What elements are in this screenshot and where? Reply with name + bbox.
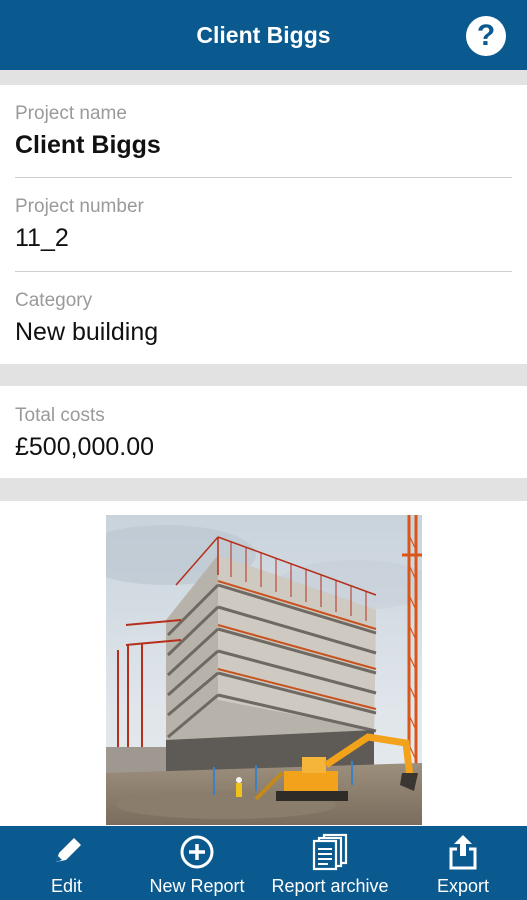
new-report-button[interactable]: New Report [133, 826, 261, 900]
help-button[interactable]: ? [466, 16, 506, 56]
documents-icon [310, 832, 350, 872]
project-info-card: Project name Client Biggs Project number… [0, 85, 527, 364]
construction-site-photo[interactable] [106, 515, 422, 825]
export-button[interactable]: Export [399, 826, 527, 900]
page-title: Client Biggs [196, 21, 331, 48]
app-header: Client Biggs ? [0, 0, 527, 70]
report-archive-label: Report archive [271, 876, 389, 896]
project-number-value: 11_2 [15, 224, 69, 252]
project-name-value: Client Biggs [15, 131, 161, 159]
project-name-field[interactable]: Project name Client Biggs [15, 103, 512, 160]
pencil-icon [50, 832, 84, 872]
divider [15, 177, 512, 178]
report-archive-button[interactable]: Report archive [261, 826, 399, 900]
project-name-label: Project name [15, 103, 127, 124]
total-costs-field[interactable]: Total costs £500,000.00 [15, 405, 512, 462]
category-field[interactable]: Category New building [15, 290, 512, 347]
project-number-label: Project number [15, 196, 144, 217]
category-value: New building [15, 318, 159, 346]
total-costs-value: £500,000.00 [15, 433, 155, 461]
add-circle-icon [179, 832, 215, 872]
export-label: Export [436, 876, 490, 896]
divider [15, 271, 512, 272]
question-mark-icon: ? [476, 19, 496, 52]
total-costs-label: Total costs [15, 405, 105, 426]
bottom-nav: Edit New Report Report archive Export [0, 826, 527, 900]
costs-card: Total costs £500,000.00 [0, 386, 527, 478]
edit-label: Edit [50, 876, 83, 896]
new-report-label: New Report [149, 876, 245, 896]
edit-button[interactable]: Edit [0, 826, 133, 900]
photo-card [0, 501, 527, 826]
share-upload-icon [448, 832, 478, 872]
project-number-field[interactable]: Project number 11_2 [15, 196, 512, 253]
category-label: Category [15, 290, 93, 311]
